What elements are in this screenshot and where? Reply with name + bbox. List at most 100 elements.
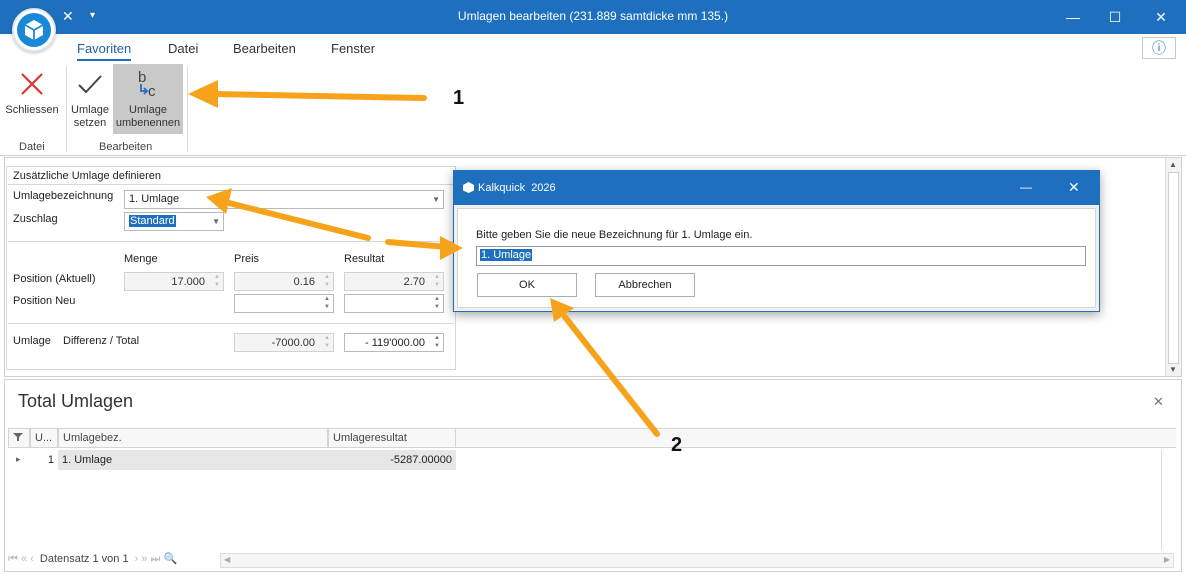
- dialog-title: Kalkquick 2026: [478, 182, 556, 194]
- cell-nr[interactable]: 1: [30, 450, 58, 470]
- row-indicator-icon: ▸: [16, 454, 21, 464]
- total-value: - 119'000.00: [364, 337, 425, 349]
- umlage-umbenennen-button[interactable]: b c Umlage umbenennen: [113, 64, 183, 134]
- cell-resultat[interactable]: -5287.00000: [328, 450, 456, 470]
- zuschlag-label: Zuschlag: [13, 213, 58, 225]
- preis-aktuell-field: 0.16 ▲ ▼: [234, 272, 334, 291]
- grid-header-resultat[interactable]: Umlageresultat: [328, 428, 456, 448]
- nav-next-page-button[interactable]: »: [141, 553, 147, 565]
- spin-icon: ▲ ▼: [324, 274, 330, 288]
- ribbon: Schliessen Umlage setzen b c Umlage umbe…: [0, 62, 1186, 156]
- chevron-down-icon[interactable]: ▼: [212, 217, 220, 226]
- menu-bar: Favoriten Datei Bearbeiten Fenster: [0, 34, 1186, 62]
- nav-prev-button[interactable]: ‹: [30, 553, 34, 565]
- close-window-button[interactable]: ✕: [1138, 0, 1184, 34]
- umlage-setzen-button[interactable]: Umlage setzen: [68, 64, 112, 134]
- quick-close-icon[interactable]: ✕: [62, 8, 74, 25]
- nav-prev-page-button[interactable]: «: [21, 553, 27, 565]
- scroll-up-icon[interactable]: ▲: [1169, 160, 1177, 169]
- grid-header-nr[interactable]: U...: [30, 428, 58, 448]
- spin-icon[interactable]: ▲ ▼: [434, 295, 440, 311]
- row-neu-label: Position Neu: [13, 295, 76, 307]
- spin-icon[interactable]: ▲ ▼: [434, 334, 440, 350]
- svg-text:c: c: [148, 83, 156, 100]
- bezeichnung-combo[interactable]: 1. Umlage ▼: [124, 190, 444, 209]
- nav-record-text: Datensatz 1 von 1: [39, 553, 129, 565]
- group-label-datei: Datei: [19, 141, 45, 153]
- ribbon-separator: [187, 66, 188, 152]
- app-logo-icon[interactable]: [12, 8, 56, 52]
- quick-access-dropdown-icon[interactable]: ▾: [90, 10, 95, 21]
- col-menge-label: Menge: [124, 253, 158, 265]
- window-title: Umlagen bearbeiten (231.889 samtdicke mm…: [457, 9, 729, 23]
- annotation-number-2: 2: [671, 434, 683, 456]
- menge-aktuell-field: 17.000 ▲ ▼: [124, 272, 224, 291]
- total-umlagen-title: Total Umlagen: [18, 391, 134, 411]
- menu-bearbeiten[interactable]: Bearbeiten: [233, 41, 296, 56]
- zuschlag-combo[interactable]: Standard ▼: [124, 212, 224, 231]
- total-input[interactable]: - 119'000.00 ▲ ▼: [344, 333, 444, 352]
- differenz-field: -7000.00 ▲ ▼: [234, 333, 334, 352]
- svg-text:b: b: [138, 69, 146, 86]
- scroll-down-icon[interactable]: ▼: [1169, 365, 1177, 374]
- ribbon-separator: [66, 66, 67, 152]
- checkmark-icon: [68, 64, 112, 104]
- close-ribbon-button[interactable]: Schliessen: [2, 64, 62, 134]
- nav-next-button[interactable]: ›: [135, 553, 139, 565]
- new-name-input[interactable]: 1. Umlage: [476, 246, 1086, 266]
- differenz-value: -7000.00: [271, 337, 315, 349]
- spin-icon[interactable]: ▲ ▼: [324, 295, 330, 311]
- menge-aktuell-value: 17.000: [171, 276, 205, 288]
- total-umlagen-panel: [4, 379, 1182, 572]
- bezeichnung-label: Umlagebezeichnung: [13, 190, 114, 202]
- differenz-total-label: Differenz / Total: [63, 335, 140, 347]
- dialog-titlebar: Kalkquick 2026 — ✕: [454, 171, 1099, 205]
- abbrechen-button[interactable]: Abbrechen: [595, 273, 695, 297]
- umlage-label: Umlage: [13, 335, 51, 347]
- menu-datei[interactable]: Datei: [168, 41, 198, 56]
- rename-dialog: Kalkquick 2026 — ✕ Bitte geben Sie die n…: [453, 170, 1100, 312]
- minimize-button[interactable]: —: [1050, 0, 1096, 34]
- maximize-button[interactable]: ☐: [1092, 0, 1138, 34]
- cell-bez[interactable]: 1. Umlage: [58, 450, 328, 470]
- grid-horizontal-scrollbar[interactable]: ◀ ▶: [220, 553, 1174, 568]
- window-titlebar: Umlagen bearbeiten (231.889 samtdicke mm…: [0, 0, 1186, 34]
- bezeichnung-value: 1. Umlage: [129, 193, 180, 205]
- panel-close-icon[interactable]: ✕: [1153, 394, 1164, 410]
- ok-button[interactable]: OK: [477, 273, 577, 297]
- spin-icon: ▲ ▼: [324, 335, 330, 349]
- group-label-bearbeiten: Bearbeiten: [99, 141, 153, 153]
- umlage-umbenennen-label-2: umbenennen: [115, 117, 181, 129]
- grid-header-filler: [456, 428, 1176, 448]
- menu-favoriten[interactable]: Favoriten: [77, 41, 132, 61]
- menu-fenster[interactable]: Fenster: [331, 41, 375, 56]
- close-x-icon: [2, 64, 62, 104]
- form-divider: [8, 323, 454, 324]
- annotation-number-1: 1: [453, 87, 465, 109]
- col-resultat-label: Resultat: [344, 253, 385, 265]
- nav-last-button[interactable]: ⏭: [151, 553, 161, 565]
- scrollbar-thumb[interactable]: [1168, 172, 1179, 364]
- nav-first-button[interactable]: ⏮: [8, 553, 18, 565]
- preis-aktuell-value: 0.16: [293, 276, 315, 288]
- filter-icon[interactable]: [13, 432, 23, 442]
- row-aktuell-label: Position (Aktuell): [13, 273, 96, 285]
- scroll-left-icon[interactable]: ◀: [224, 555, 230, 564]
- resultat-neu-input[interactable]: ▲ ▼: [344, 294, 444, 313]
- vertical-scrollbar[interactable]: ▲ ▼: [1165, 158, 1181, 376]
- grid-filter-cell[interactable]: [8, 428, 30, 448]
- preis-neu-input[interactable]: ▲ ▼: [234, 294, 334, 313]
- spin-icon: ▲ ▼: [434, 274, 440, 288]
- dialog-message: Bitte geben Sie die neue Bezeichnung für…: [476, 229, 753, 241]
- dialog-minimize-button[interactable]: —: [1020, 180, 1032, 194]
- zuschlag-value: Standard: [129, 215, 176, 227]
- scroll-right-icon[interactable]: ▶: [1164, 555, 1170, 564]
- info-icon[interactable]: ⓘ: [1142, 37, 1176, 59]
- dialog-close-button[interactable]: ✕: [1068, 179, 1080, 196]
- grid-header-bez[interactable]: Umlagebez.: [58, 428, 328, 448]
- section-divider: [8, 184, 454, 185]
- grid-vertical-scrollbar[interactable]: [1161, 450, 1177, 550]
- chevron-down-icon[interactable]: ▼: [432, 195, 440, 204]
- search-icon[interactable]: 🔍: [164, 553, 178, 565]
- resultat-aktuell-field: 2.70 ▲ ▼: [344, 272, 444, 291]
